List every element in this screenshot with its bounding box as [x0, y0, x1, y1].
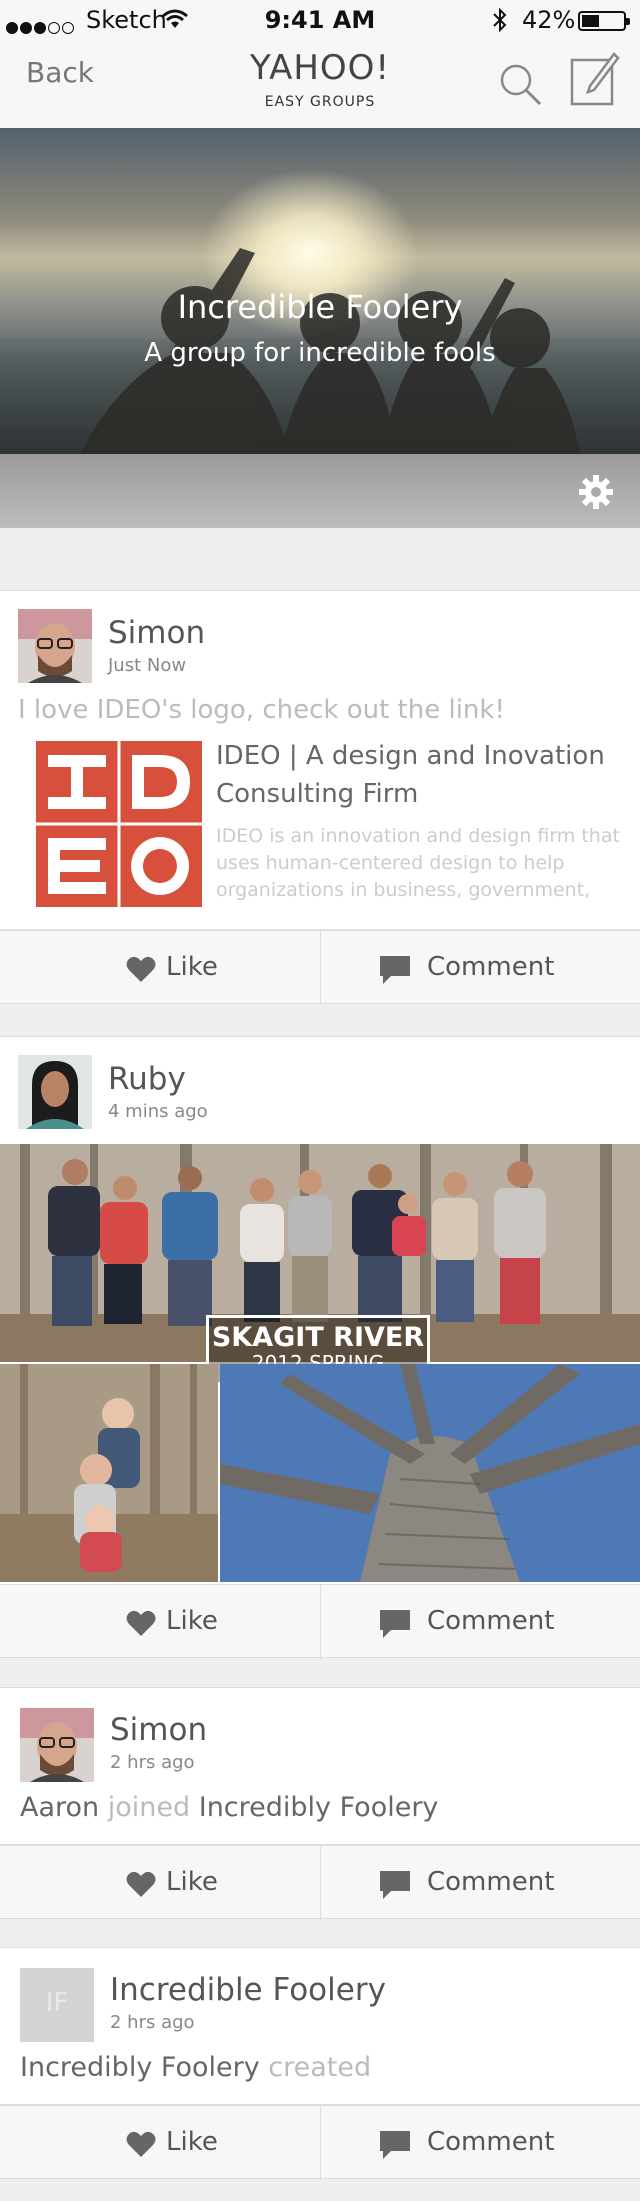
link-description: IDEO is an innovation and design firm th… — [216, 825, 620, 901]
navigation-bar: Back YAHOO! EASY GROUPS — [0, 40, 640, 128]
post-actions: Like Comment — [0, 1845, 640, 1920]
heart-icon — [126, 1871, 156, 1897]
avatar-photo — [20, 1708, 94, 1782]
kids-photo[interactable] — [0, 1364, 218, 1582]
group-avatar[interactable]: IF — [20, 1968, 94, 2042]
activity-group[interactable]: Incredibly Foolery — [20, 2052, 260, 2083]
activity-actor[interactable]: Aaron — [20, 1792, 99, 1823]
post-timestamp: 2 hrs ago — [110, 2012, 195, 2033]
post-card: Simon Just Now I love IDEO's logo, check… — [0, 590, 640, 930]
avatar-photo — [18, 609, 92, 683]
ideo-logo — [36, 741, 202, 907]
comment-icon — [380, 1871, 410, 1899]
battery-icon — [578, 11, 630, 31]
comment-icon — [380, 1610, 410, 1638]
post-timestamp: 2 hrs ago — [110, 1752, 195, 1773]
heart-icon — [126, 2131, 156, 2157]
post-card: Simon 2 hrs ago Aaron joined Incredibly … — [0, 1687, 640, 1845]
post-author[interactable]: Simon — [110, 1712, 207, 1748]
post-author[interactable]: Simon — [108, 615, 205, 651]
tree-photo[interactable] — [220, 1364, 640, 1582]
post-timestamp: Just Now — [108, 655, 187, 676]
bluetooth-icon — [493, 7, 507, 33]
like-button[interactable]: Like — [0, 931, 318, 1005]
battery-percentage: 42% — [522, 6, 576, 34]
group-name: Incredible Foolery — [177, 288, 463, 326]
like-label: Like — [166, 2127, 218, 2157]
post-card: IF Incredible Foolery 2 hrs ago Incredib… — [0, 1947, 640, 2105]
post-actions: Like Comment — [0, 1584, 640, 1659]
post-timestamp: 4 mins ago — [108, 1101, 208, 1122]
like-button[interactable]: Like — [0, 2106, 318, 2180]
app-logo: YAHOO! — [249, 48, 391, 88]
comment-button[interactable]: Comment — [320, 1846, 640, 1920]
avatar[interactable] — [18, 609, 92, 683]
post-author[interactable]: Ruby — [108, 1061, 186, 1097]
post-author[interactable]: Incredible Foolery — [110, 1972, 386, 2008]
activity-text: Incredibly Foolery created — [20, 2052, 371, 2083]
comment-label: Comment — [427, 952, 555, 982]
group-avatar-initials: IF — [45, 1988, 69, 2018]
like-label: Like — [166, 952, 218, 982]
group-settings-bar — [0, 454, 640, 528]
album-title: SKAGIT RIVER — [211, 1322, 425, 1353]
activity-verb: created — [268, 2052, 372, 2083]
activity-group[interactable]: Incredibly Foolery — [199, 1792, 439, 1823]
comment-button[interactable]: Comment — [320, 931, 640, 1005]
like-label: Like — [166, 1867, 218, 1897]
compose-icon[interactable] — [570, 50, 620, 108]
avatar[interactable] — [20, 1708, 94, 1782]
comment-label: Comment — [427, 1867, 555, 1897]
post-actions: Like Comment — [0, 930, 640, 1005]
group-tagline: A group for incredible fools — [144, 338, 496, 368]
comment-button[interactable]: Comment — [320, 2106, 640, 2180]
comment-icon — [380, 956, 410, 984]
comment-label: Comment — [427, 1606, 555, 1636]
like-button[interactable]: Like — [0, 1846, 318, 1920]
status-bar: Sketch 9:41 AM 42% — [0, 0, 640, 40]
comment-button[interactable]: Comment — [320, 1585, 640, 1659]
gear-icon[interactable] — [578, 474, 614, 510]
group-cover-image: Incredible Foolery A group for incredibl… — [0, 128, 640, 454]
like-button[interactable]: Like — [0, 1585, 318, 1659]
link-preview[interactable]: IDEO | A design and Inovation Consulting… — [36, 741, 626, 911]
search-icon[interactable] — [496, 60, 544, 108]
comment-icon — [380, 2131, 410, 2159]
avatar-photo — [18, 1055, 92, 1129]
like-label: Like — [166, 1606, 218, 1636]
app-subtitle: EASY GROUPS — [264, 94, 376, 110]
heart-icon — [126, 1610, 156, 1636]
activity-verb: joined — [107, 1792, 191, 1823]
heart-icon — [126, 956, 156, 982]
post-actions: Like Comment — [0, 2105, 640, 2180]
activity-text: Aaron joined Incredibly Foolery — [20, 1792, 438, 1823]
comment-label: Comment — [427, 2127, 555, 2157]
avatar[interactable] — [18, 1055, 92, 1129]
link-title: IDEO | A design and Inovation Consulting… — [216, 741, 605, 809]
post-text: I love IDEO's logo, check out the link! — [18, 695, 505, 725]
